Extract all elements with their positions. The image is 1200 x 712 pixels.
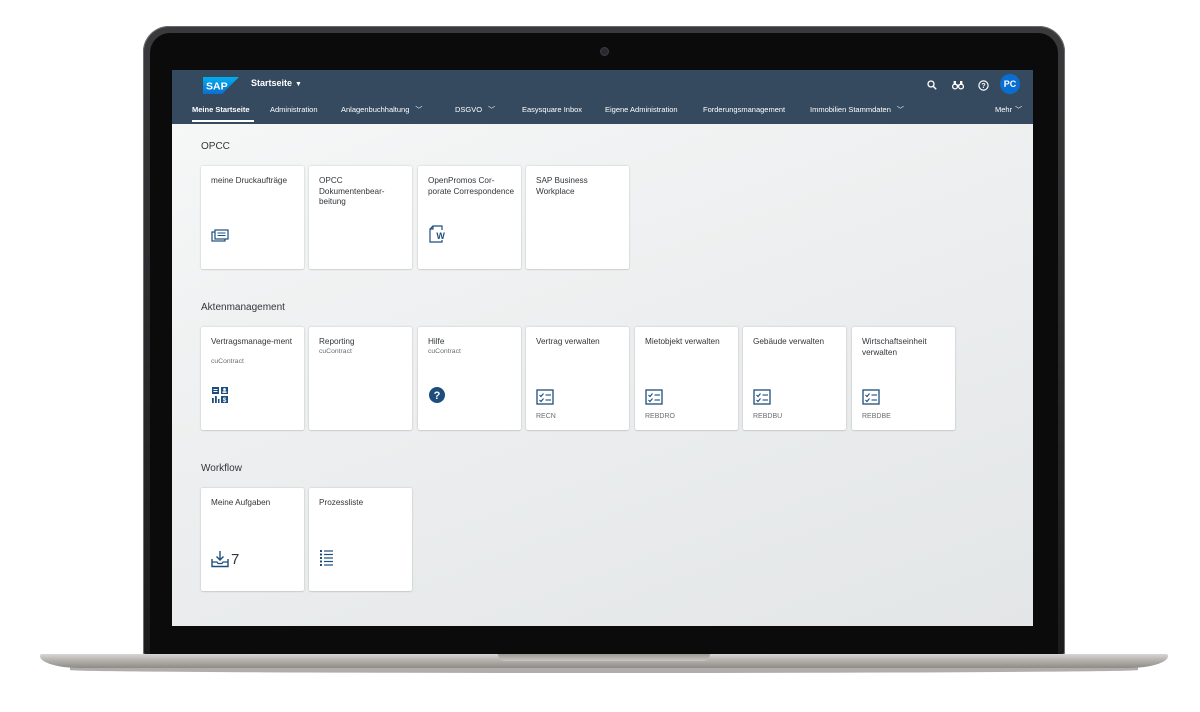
- tile-hilfe[interactable]: Hilfe cuContract ?: [418, 327, 521, 430]
- tab-immobilien-stammdaten-label: Immobilien Stammdaten: [810, 105, 891, 114]
- tile-title: OpenPromos Cor-porate Correspondence: [428, 176, 515, 196]
- tab-administration[interactable]: Administration: [270, 105, 318, 114]
- tile-reporting[interactable]: Reporting cuContract: [309, 327, 412, 430]
- tab-dsgvo[interactable]: DSGVO ﹀: [455, 105, 495, 115]
- tile-footer: REBDBU: [753, 413, 783, 420]
- word-document-icon: W: [429, 225, 446, 243]
- checklist-icon: [862, 389, 880, 405]
- checklist-icon: [753, 389, 771, 405]
- tile-prozessliste[interactable]: Prozessliste: [309, 488, 412, 591]
- tile-title: Meine Aufgaben: [211, 498, 271, 507]
- tile-title: SAP Business Workplace: [536, 176, 588, 196]
- help-icon: ?: [429, 387, 445, 403]
- tab-forderungsmanagement[interactable]: Forderungsmanagement: [703, 105, 785, 114]
- tile-title: Vertrag verwalten: [536, 337, 600, 346]
- word-letter: W: [436, 231, 445, 241]
- tile-title: Mietobjekt verwalten: [645, 337, 720, 346]
- tile-title: meine Druckaufträge: [211, 176, 287, 185]
- user-avatar[interactable]: PC: [1000, 74, 1020, 94]
- tile-vertrag-verwalten[interactable]: Vertrag verwalten RECN: [526, 327, 629, 430]
- sap-logo[interactable]: SAP: [203, 77, 239, 94]
- tab-meine-startseite[interactable]: Meine Startseite: [192, 105, 250, 114]
- svg-text:?: ?: [981, 83, 985, 90]
- tile-footer: REBDRO: [645, 413, 675, 420]
- group-title-workflow: Workflow: [201, 463, 242, 474]
- tile-subtitle: cuContract: [319, 348, 352, 355]
- print-queue-icon: [211, 229, 229, 242]
- chevron-down-icon: ﹀: [488, 107, 496, 114]
- search-button[interactable]: [924, 77, 940, 93]
- tab-more[interactable]: Mehr ﹀: [995, 105, 1022, 115]
- help-glyph: ?: [434, 390, 441, 402]
- tile-title: Vertragsmanage-ment: [211, 337, 293, 346]
- checklist-icon: [536, 389, 554, 405]
- tile-wirtschaftseinheit-verwalten[interactable]: Wirtschaftseinheit verwalten REBDBE: [852, 327, 955, 430]
- home-title-menu[interactable]: Startseite ▼: [251, 78, 302, 88]
- tile-sap-business-workplace[interactable]: SAP Business Workplace: [526, 166, 629, 269]
- tile-vertragsmanagement[interactable]: Vertragsmanage-ment cuContract $: [201, 327, 304, 430]
- dashboard-icon: $: [212, 387, 228, 404]
- active-tab-indicator: [192, 120, 254, 122]
- tile-title: Hilfe: [428, 337, 445, 346]
- group-title-opcc: OPCC: [201, 141, 230, 152]
- chevron-down-icon: ﹀: [415, 107, 423, 114]
- shell-bar: SAP Startseite ▼ ? PC Meine Startseite A…: [172, 70, 1033, 124]
- task-count: 7: [231, 551, 240, 568]
- fiori-launchpad-screen: SAP Startseite ▼ ? PC Meine Startseite A…: [172, 70, 1033, 626]
- tile-footer: REBDBE: [862, 413, 891, 420]
- tile-gebaeude-verwalten[interactable]: Gebäude verwalten REBDBU: [743, 327, 846, 430]
- tile-openpromos-corporate-correspondence[interactable]: OpenPromos Cor-porate Correspondence W: [418, 166, 521, 269]
- group-title-aktenmanagement: Aktenmanagement: [201, 302, 285, 313]
- laptop-hinge-notch: [498, 654, 710, 661]
- sap-logo-text: SAP: [206, 81, 228, 93]
- tile-meine-druckauftraege[interactable]: meine Druckaufträge: [201, 166, 304, 269]
- tile-title: Prozessliste: [319, 498, 364, 507]
- search-icon: [927, 80, 937, 90]
- tile-footer: RECN: [536, 413, 556, 420]
- tab-anlagenbuchhaltung[interactable]: Anlagenbuchhaltung ﹀: [341, 105, 422, 115]
- tile-opcc-dokumentenbearbeitung[interactable]: OPCC Dokumentenbear-beitung: [309, 166, 412, 269]
- help-button[interactable]: ?: [975, 77, 991, 93]
- tile-subtitle: cuContract: [428, 348, 461, 355]
- svg-text:$: $: [223, 397, 227, 404]
- chevron-down-icon: ﹀: [1015, 107, 1023, 114]
- tile-meine-aufgaben[interactable]: Meine Aufgaben 7: [201, 488, 304, 591]
- tile-title: OPCC Dokumentenbear-beitung: [319, 176, 385, 206]
- help-circle-icon: ?: [977, 79, 989, 91]
- tab-dsgvo-label: DSGVO: [455, 105, 483, 114]
- binoculars-icon: [952, 81, 964, 90]
- list-icon: [320, 550, 333, 566]
- tile-title: Gebäude verwalten: [753, 337, 825, 346]
- tile-subtitle: cuContract: [211, 358, 244, 365]
- tile-title: Reporting: [319, 337, 355, 346]
- home-title-label: Startseite: [251, 78, 293, 88]
- inbox-download-icon: [211, 551, 229, 568]
- find-button[interactable]: [950, 77, 966, 93]
- tab-immobilien-stammdaten[interactable]: Immobilien Stammdaten ﹀: [810, 105, 904, 115]
- tile-title: Wirtschaftseinheit verwalten: [862, 337, 927, 357]
- tab-more-label: Mehr: [995, 105, 1013, 114]
- webcam: [601, 48, 608, 55]
- checklist-icon: [645, 389, 663, 405]
- tab-anlagenbuchhaltung-label: Anlagenbuchhaltung: [341, 105, 410, 114]
- tab-easysquare-inbox[interactable]: Easysquare Inbox: [522, 105, 582, 114]
- group-tab-bar: Meine Startseite Administration Anlagenb…: [172, 101, 1033, 124]
- caret-down-icon: ▼: [295, 81, 302, 88]
- tile-mietobjekt-verwalten[interactable]: Mietobjekt verwalten REBDRO: [635, 327, 738, 430]
- tab-eigene-administration[interactable]: Eigene Administration: [605, 105, 678, 114]
- chevron-down-icon: ﹀: [896, 107, 904, 114]
